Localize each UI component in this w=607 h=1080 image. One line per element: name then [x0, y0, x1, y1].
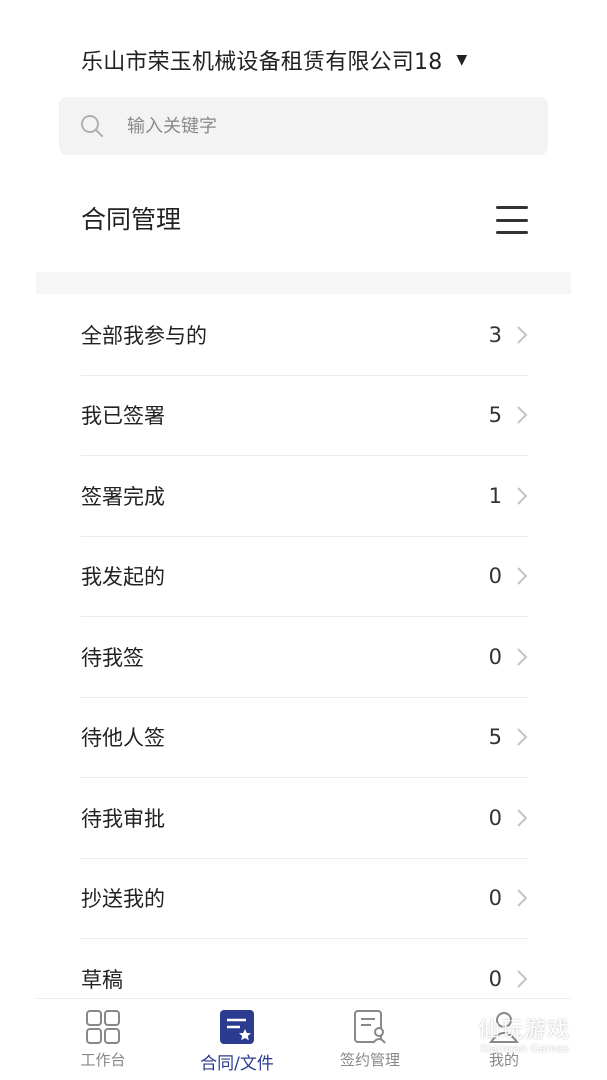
list-item-initiated-by-me[interactable]: 我发起的 0	[81, 537, 528, 617]
chevron-right-icon	[517, 567, 528, 585]
list-item-awaiting-others[interactable]: 待他人签 5	[81, 698, 528, 778]
chevron-right-icon	[517, 406, 528, 424]
list-item-count: 0	[488, 564, 502, 589]
sign-manage-icon	[354, 1010, 386, 1044]
chevron-right-icon	[517, 648, 528, 666]
chevron-right-icon	[517, 889, 528, 907]
search-input[interactable]	[127, 115, 507, 137]
list-item-count: 1	[488, 483, 502, 508]
hamburger-menu-icon[interactable]	[496, 206, 528, 234]
list-item-label: 我发起的	[81, 565, 165, 590]
list-item-label: 全部我参与的	[81, 323, 207, 348]
list-item-label: 抄送我的	[81, 887, 165, 912]
chevron-right-icon	[517, 809, 528, 827]
tab-label: 签约管理	[339, 1051, 400, 1069]
list-item-all-participated[interactable]: 全部我参与的 3	[81, 295, 528, 376]
tab-label: 合同/文件	[200, 1054, 274, 1074]
contract-category-list: 全部我参与的 3 我已签署 5 签署完成 1 我发起的 0 待我签 0 待他人签…	[81, 295, 528, 1020]
list-item-label: 待他人签	[81, 726, 165, 751]
section-divider	[36, 272, 571, 294]
list-item-label: 我已签署	[81, 404, 165, 429]
list-item-cc-to-me[interactable]: 抄送我的 0	[81, 859, 528, 939]
tab-contracts-files[interactable]: 合同/文件	[177, 999, 297, 1080]
company-name: 乐山市荣玉机械设备租赁有限公司18	[81, 50, 443, 75]
list-item-label: 签署完成	[81, 484, 165, 509]
tab-workbench[interactable]: 工作台	[43, 999, 163, 1080]
list-item-signing-complete[interactable]: 签署完成 1	[81, 456, 528, 537]
chevron-right-icon	[517, 728, 528, 746]
list-item-label: 待我签	[81, 645, 144, 670]
list-item-count: 0	[488, 644, 502, 669]
list-item-count: 5	[488, 725, 502, 750]
person-icon	[489, 1012, 519, 1043]
chevron-right-icon	[517, 970, 528, 988]
chevron-right-icon	[517, 487, 528, 505]
list-item-label: 待我审批	[81, 806, 165, 831]
tab-label: 我的	[488, 1051, 519, 1069]
chevron-right-icon	[517, 326, 528, 344]
contract-star-icon	[220, 1010, 254, 1044]
company-selector[interactable]: 乐山市荣玉机械设备租赁有限公司18 ▼	[81, 40, 467, 80]
caret-down-icon: ▼	[456, 52, 468, 68]
list-item-awaiting-my-signature[interactable]: 待我签 0	[81, 617, 528, 698]
page-title: 合同管理	[81, 205, 182, 234]
bottom-tab-bar: 工作台 合同/文件 签约管理 我的	[36, 998, 571, 1080]
tab-mine[interactable]: 我的	[444, 999, 564, 1080]
list-item-label: 草稿	[81, 968, 123, 993]
tab-label: 工作台	[80, 1051, 126, 1069]
list-item-signed-by-me[interactable]: 我已签署 5	[81, 376, 528, 456]
tab-signing-management[interactable]: 签约管理	[310, 999, 430, 1080]
list-item-count: 3	[488, 322, 502, 347]
list-item-count: 0	[488, 805, 502, 830]
list-item-count: 0	[488, 967, 502, 992]
search-icon	[81, 115, 103, 137]
list-item-count: 0	[488, 886, 502, 911]
grid-icon	[86, 1010, 120, 1044]
search-bar[interactable]	[59, 97, 548, 155]
list-item-awaiting-my-approval[interactable]: 待我审批 0	[81, 778, 528, 859]
list-item-count: 5	[488, 403, 502, 428]
